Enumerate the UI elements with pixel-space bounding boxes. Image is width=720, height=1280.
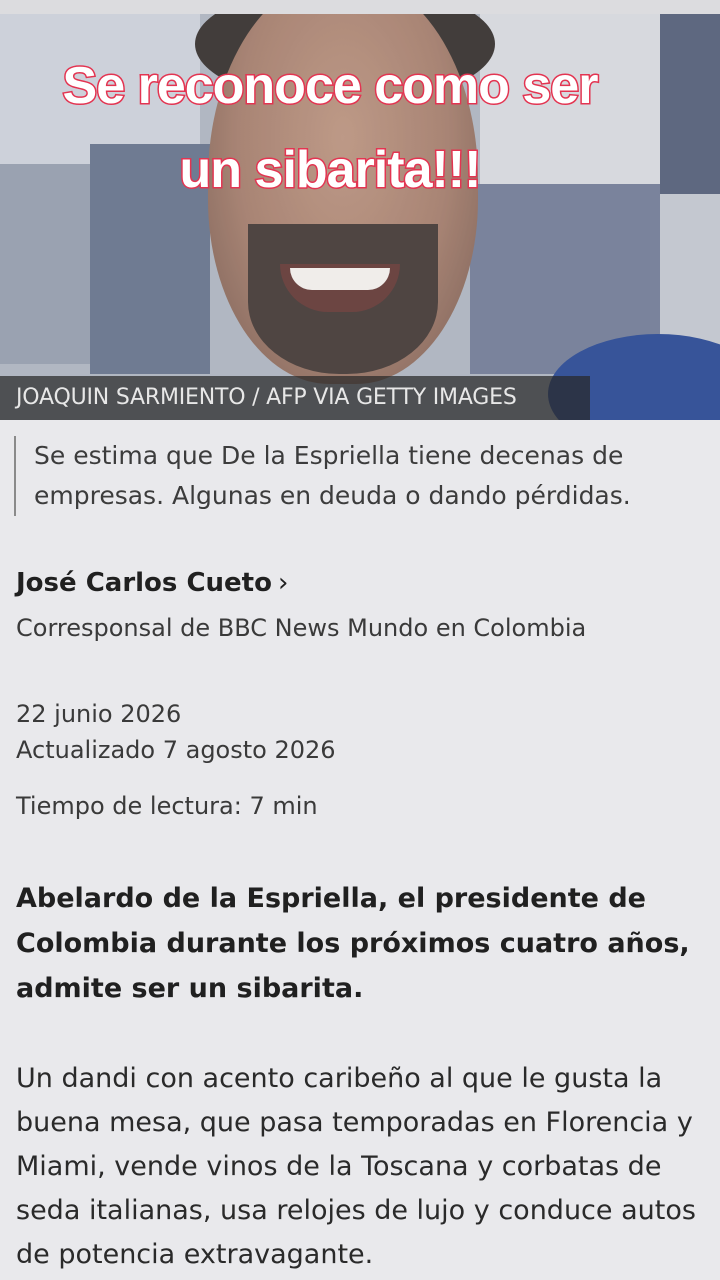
- author-role: Corresponsal de BBC News Mundo en Colomb…: [16, 614, 587, 642]
- photo-credit: JOAQUIN SARMIENTO / AFP VIA GETTY IMAGES: [0, 376, 590, 420]
- article-paragraph: Un dandi con acento caribeño al que le g…: [16, 1063, 696, 1270]
- author-link[interactable]: José Carlos Cueto ›: [16, 568, 288, 598]
- reading-time: Tiempo de lectura: 7 min: [16, 792, 318, 820]
- photo-caption: Se estima que De la Espriella tiene dece…: [14, 436, 704, 516]
- updated-date: Actualizado 7 agosto 2026: [16, 736, 336, 764]
- article-lead: Abelardo de la Espriella, el presidente …: [16, 883, 690, 1004]
- top-strip: [0, 0, 720, 14]
- overlay-headline-line-2: un sibarita!!!: [178, 140, 483, 201]
- overlay-headline-line-1: Se reconoce como ser: [61, 56, 600, 117]
- author-name: José Carlos Cueto: [16, 568, 272, 598]
- published-date: 22 junio 2026: [16, 700, 182, 728]
- chevron-right-icon: ›: [277, 568, 289, 598]
